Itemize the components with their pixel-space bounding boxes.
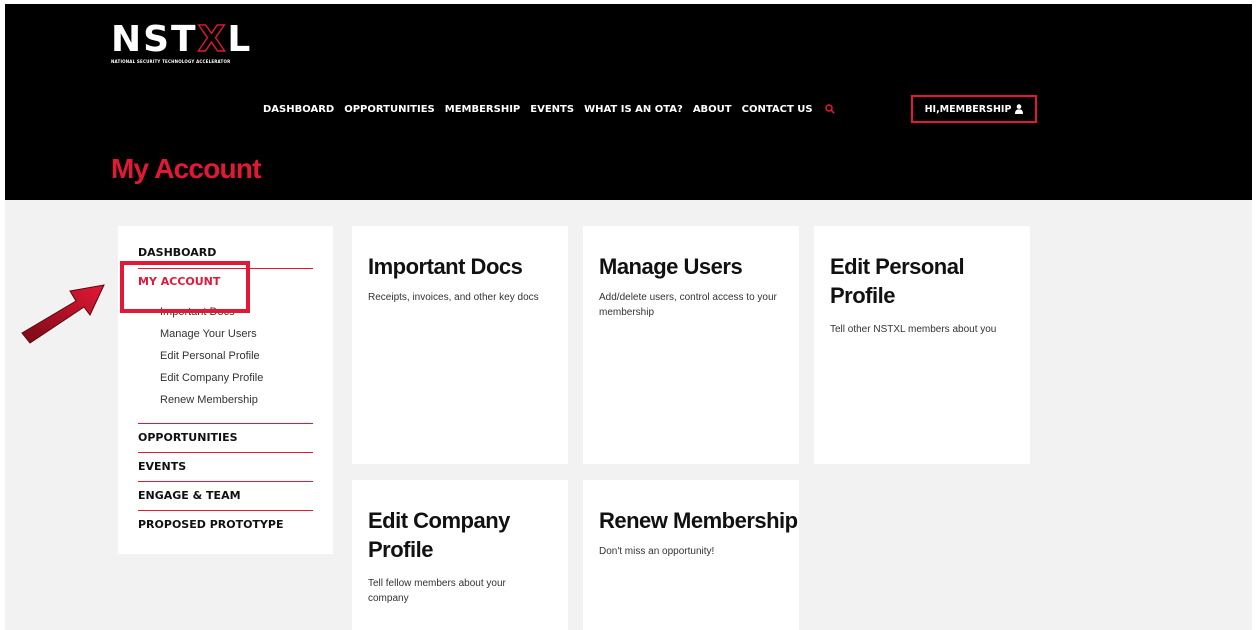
nav-contact-us[interactable]: CONTACT US [742, 104, 813, 115]
user-greeting: HI,MEMBERSHIP [924, 103, 1012, 115]
sidebar-subitem-edit-company-profile[interactable]: Edit Company Profile [160, 372, 263, 384]
sidebar-item-dashboard[interactable]: DASHBOARD [138, 246, 313, 268]
user-menu-button[interactable]: HI,MEMBERSHIP [911, 95, 1037, 123]
sidebar-subitem-renew-membership[interactable]: Renew Membership [160, 394, 258, 406]
sidebar-item-opportunities[interactable]: OPPORTUNITIES [138, 424, 313, 452]
sidebar-item-proposed-prototype[interactable]: PROPOSED PROTOTYPE [138, 511, 313, 539]
card-manage-users[interactable]: Manage Users Add/delete users, control a… [583, 226, 799, 464]
nav-dashboard[interactable]: DASHBOARD [263, 104, 334, 115]
sidebar-item-engage-team[interactable]: ENGAGE & TEAM [138, 482, 313, 510]
logo-wordmark: NSTXL [111, 19, 253, 60]
nav-opportunities[interactable]: OPPORTUNITIES [344, 104, 435, 115]
card-title: Manage Users [599, 254, 743, 279]
account-sidebar: DASHBOARD MY ACCOUNT Important Docs Mana… [118, 226, 333, 554]
card-edit-personal-profile[interactable]: Edit Personal Profile Tell other NSTXL m… [814, 226, 1030, 464]
card-description: Tell fellow members about your company [368, 578, 506, 604]
arrow-icon [21, 284, 105, 344]
site-header: NSTXL NATIONAL SECURITY TECHNOLOGY ACCEL… [5, 4, 1252, 200]
nav-what-is-an-ota[interactable]: WHAT IS AN OTA? [584, 104, 683, 115]
card-description: Tell other NSTXL members about you [830, 324, 997, 335]
card-title: Edit Company Profile [368, 508, 510, 562]
nav-membership[interactable]: MEMBERSHIP [445, 104, 521, 115]
card-description: Add/delete users, control access to your… [599, 292, 777, 318]
card-edit-company-profile[interactable]: Edit Company Profile Tell fellow members… [352, 480, 568, 630]
card-description: Don't miss an opportunity! [599, 546, 715, 557]
main-nav: DASHBOARD OPPORTUNITIES MEMBERSHIP EVENT… [263, 102, 835, 116]
card-title: Edit Personal Profile [830, 254, 965, 308]
card-important-docs[interactable]: Important Docs Receipts, invoices, and o… [352, 226, 568, 464]
card-title: Renew Membership [599, 508, 798, 533]
sidebar-subitem-important-docs[interactable]: Important Docs [160, 306, 235, 318]
sidebar-subitem-edit-personal-profile[interactable]: Edit Personal Profile [160, 350, 260, 362]
card-title: Important Docs [368, 254, 523, 279]
sidebar-item-events[interactable]: EVENTS [138, 453, 313, 481]
divider [138, 268, 313, 269]
sidebar-bottom-group: OPPORTUNITIES EVENTS ENGAGE & TEAM PROPO… [138, 423, 313, 539]
nstxl-logo[interactable]: NSTXL NATIONAL SECURITY TECHNOLOGY ACCEL… [111, 19, 253, 64]
sidebar-subitem-manage-users[interactable]: Manage Your Users [160, 328, 257, 340]
user-icon [1015, 104, 1024, 114]
sidebar-item-my-account[interactable]: MY ACCOUNT [138, 275, 313, 288]
nav-events[interactable]: EVENTS [530, 104, 574, 115]
logo-x-mark: X [197, 19, 228, 60]
sidebar-top-group: DASHBOARD MY ACCOUNT [138, 246, 313, 288]
page-title: My Account [111, 153, 261, 184]
card-description: Receipts, invoices, and other key docs [368, 292, 539, 303]
search-icon[interactable] [824, 104, 835, 114]
card-renew-membership[interactable]: Renew Membership Don't miss an opportuni… [583, 480, 799, 630]
nav-about[interactable]: ABOUT [693, 104, 732, 115]
page-frame: NSTXL NATIONAL SECURITY TECHNOLOGY ACCEL… [5, 4, 1252, 630]
